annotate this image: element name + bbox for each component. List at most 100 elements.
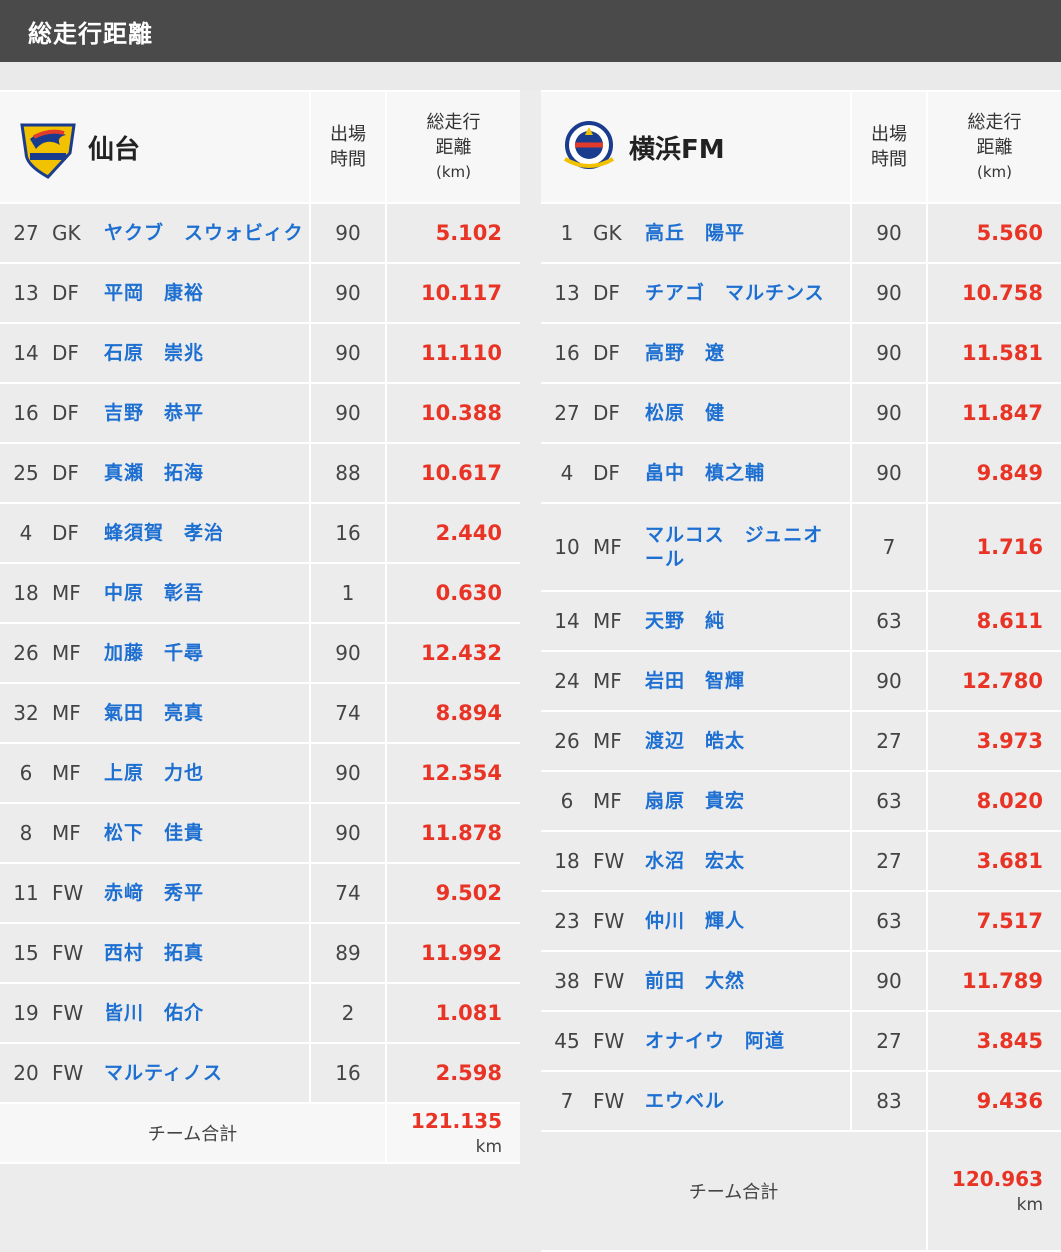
- table-row: 13 DF チアゴ マルチンス 90 10.758: [541, 263, 1061, 324]
- team-total-number: 120.963: [951, 1167, 1043, 1191]
- team-header: 仙台: [0, 90, 311, 204]
- player-distance: 9.502: [385, 863, 521, 924]
- player-distance: 9.849: [926, 443, 1061, 504]
- player-distance: 1.716: [926, 503, 1061, 592]
- player-name-link[interactable]: 石原 崇兆: [104, 323, 311, 384]
- player-name-link[interactable]: 天野 純: [645, 591, 851, 652]
- player-distance: 11.110: [385, 323, 521, 384]
- player-number: 19: [0, 983, 52, 1044]
- player-name-link[interactable]: 蜂須賀 孝治: [104, 503, 311, 564]
- player-number: 6: [541, 771, 593, 832]
- player-minutes: 74: [309, 683, 387, 744]
- player-name-link[interactable]: 加藤 千尋: [104, 623, 311, 684]
- header-minutes-line2: 時間: [330, 149, 367, 170]
- table-row: 23 FW 仲川 輝人 63 7.517: [541, 891, 1061, 952]
- player-name-link[interactable]: 平岡 康裕: [104, 263, 311, 324]
- player-name-link[interactable]: オナイウ 阿道: [645, 1011, 851, 1072]
- player-name-link[interactable]: 西村 拓真: [104, 923, 311, 984]
- player-number: 13: [0, 263, 52, 324]
- player-name-link[interactable]: マルコス ジュニオール: [645, 503, 851, 592]
- header-distance: 総走行 距離 (km): [926, 90, 1061, 204]
- player-number: 25: [0, 443, 52, 504]
- player-position: DF: [52, 323, 104, 384]
- team-total-value: 121.135 km: [385, 1103, 521, 1164]
- table-row: 8 MF 松下 佳貴 90 11.878: [0, 803, 521, 864]
- yokohama-emblem-icon: [563, 121, 615, 169]
- table-row: 26 MF 加藤 千尋 90 12.432: [0, 623, 521, 684]
- player-number: 32: [0, 683, 52, 744]
- player-name-link[interactable]: 松原 健: [645, 383, 851, 444]
- player-position: FW: [52, 983, 104, 1044]
- player-name-link[interactable]: 前田 大然: [645, 951, 851, 1012]
- player-number: 15: [0, 923, 52, 984]
- table-row: 16 DF 吉野 恭平 90 10.388: [0, 383, 521, 444]
- player-name-link[interactable]: 畠中 槙之輔: [645, 443, 851, 504]
- table-row: 27 GK ヤクブ スウォビィク 90 5.102: [0, 203, 521, 264]
- player-name-link[interactable]: 扇原 貴宏: [645, 771, 851, 832]
- player-position: MF: [593, 591, 645, 652]
- player-position: MF: [593, 771, 645, 832]
- player-minutes: 90: [309, 263, 387, 324]
- player-minutes: 2: [309, 983, 387, 1044]
- table-row: 25 DF 真瀬 拓海 88 10.617: [0, 443, 521, 504]
- player-minutes: 63: [850, 771, 927, 832]
- player-name-link[interactable]: ヤクブ スウォビィク: [104, 203, 311, 264]
- player-name-link[interactable]: 吉野 恭平: [104, 383, 311, 444]
- player-distance: 7.517: [926, 891, 1061, 952]
- player-number: 4: [0, 503, 52, 564]
- player-distance: 5.102: [385, 203, 521, 264]
- player-name-link[interactable]: 高丘 陽平: [645, 203, 851, 264]
- player-name-link[interactable]: 松下 佳貴: [104, 803, 311, 864]
- team-total-row: チーム合計 121.135 km: [0, 1103, 521, 1164]
- page-title: 総走行距離: [28, 20, 153, 48]
- player-name-link[interactable]: 仲川 輝人: [645, 891, 851, 952]
- player-number: 7: [541, 1071, 593, 1132]
- player-minutes: 89: [309, 923, 387, 984]
- player-number: 13: [541, 263, 593, 324]
- table-row: 6 MF 上原 力也 90 12.354: [0, 743, 521, 804]
- table-row: 6 MF 扇原 貴宏 63 8.020: [541, 771, 1061, 832]
- player-name-link[interactable]: 水沼 宏太: [645, 831, 851, 892]
- player-name-link[interactable]: マルティノス: [104, 1043, 311, 1104]
- player-name-link[interactable]: 赤﨑 秀平: [104, 863, 311, 924]
- player-name-link[interactable]: 岩田 智輝: [645, 651, 851, 712]
- player-minutes: 27: [850, 711, 927, 772]
- player-minutes: 90: [850, 323, 927, 384]
- player-name-link[interactable]: チアゴ マルチンス: [645, 263, 851, 324]
- header-minutes-line1: 出場: [330, 124, 367, 145]
- player-position: MF: [52, 563, 104, 624]
- table-row: 24 MF 岩田 智輝 90 12.780: [541, 651, 1061, 712]
- player-name-link[interactable]: エウベル: [645, 1071, 851, 1132]
- player-name-link[interactable]: 高野 遼: [645, 323, 851, 384]
- player-name-link[interactable]: 氣田 亮真: [104, 683, 311, 744]
- player-name-link[interactable]: 渡辺 皓太: [645, 711, 851, 772]
- player-distance: 11.789: [926, 951, 1061, 1012]
- player-name-link[interactable]: 上原 力也: [104, 743, 311, 804]
- player-position: FW: [593, 1011, 645, 1072]
- sendai-emblem-icon: [20, 123, 76, 179]
- player-position: DF: [593, 443, 645, 504]
- player-minutes: 63: [850, 591, 927, 652]
- player-distance: 3.973: [926, 711, 1061, 772]
- player-minutes: 63: [850, 891, 927, 952]
- player-name-link[interactable]: 中原 彰吾: [104, 563, 311, 624]
- player-minutes: 90: [309, 203, 387, 264]
- player-number: 23: [541, 891, 593, 952]
- team-header: 横浜FM: [541, 90, 851, 204]
- player-distance: 10.117: [385, 263, 521, 324]
- player-distance: 2.440: [385, 503, 521, 564]
- table-row: 13 DF 平岡 康裕 90 10.117: [0, 263, 521, 324]
- player-number: 8: [0, 803, 52, 864]
- player-number: 38: [541, 951, 593, 1012]
- team-total-value: 120.963 km: [926, 1131, 1061, 1252]
- player-minutes: 16: [309, 1043, 387, 1104]
- player-name-link[interactable]: 真瀬 拓海: [104, 443, 311, 504]
- player-number: 18: [541, 831, 593, 892]
- table-row: 1 GK 高丘 陽平 90 5.560: [541, 203, 1061, 264]
- player-number: 11: [0, 863, 52, 924]
- player-number: 14: [541, 591, 593, 652]
- player-position: MF: [52, 623, 104, 684]
- player-name-link[interactable]: 皆川 佑介: [104, 983, 311, 1044]
- player-number: 18: [0, 563, 52, 624]
- table-row: 18 FW 水沼 宏太 27 3.681: [541, 831, 1061, 892]
